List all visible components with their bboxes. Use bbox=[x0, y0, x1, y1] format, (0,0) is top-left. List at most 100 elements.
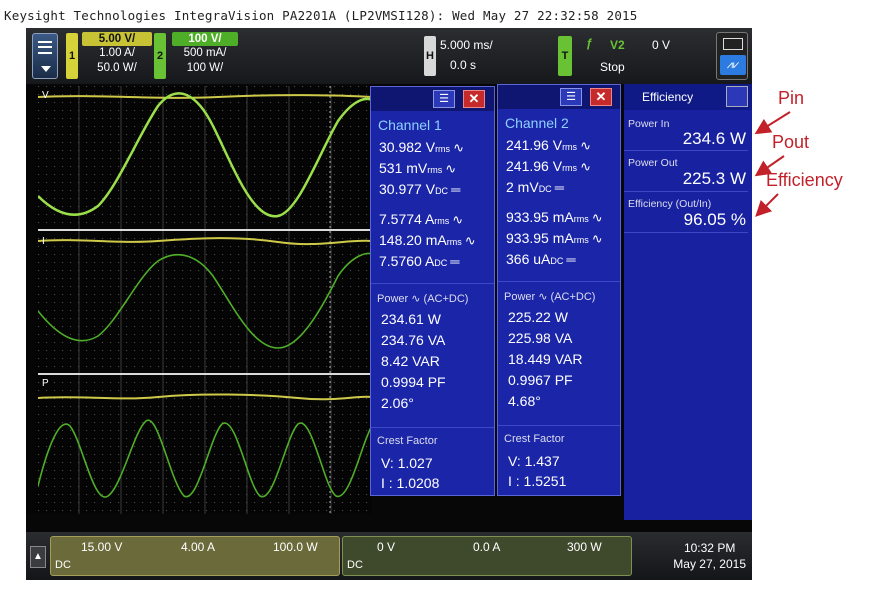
ch2-power-var: 18.449 VAR bbox=[508, 351, 583, 367]
panel-menu-icon[interactable]: ☰ bbox=[433, 90, 455, 108]
trigger-level[interactable]: 0 V bbox=[652, 38, 670, 52]
ch1-coupling: DC bbox=[55, 559, 71, 571]
channel-marker-rail bbox=[26, 86, 38, 514]
channel1-offset-box[interactable]: 15.00 V 4.00 A 100.0 W DC bbox=[50, 536, 340, 576]
window-caption: Keysight Technologies IntegraVision PA22… bbox=[4, 8, 638, 23]
acdc-icon: ∿ bbox=[538, 291, 548, 303]
ac-wave-icon: ∿ bbox=[580, 159, 591, 174]
ch2-meas-row: 933.95 mArms ∿ bbox=[506, 209, 603, 225]
clock-time: 10:32 PM bbox=[683, 541, 736, 555]
efficiency-value: 96.05 % bbox=[683, 210, 746, 229]
channel2-amp-scale: 500 mA/ bbox=[183, 47, 227, 59]
efficiency-label: Efficiency (Out/In) bbox=[628, 198, 712, 210]
waveform-display[interactable]: V I P bbox=[38, 86, 372, 514]
channel1-scale-info[interactable]: 5.00 V/ 1.00 A/ 50.0 W/ bbox=[82, 32, 152, 76]
window-icon bbox=[723, 38, 743, 50]
dc-icon: ═ bbox=[554, 180, 564, 195]
oscilloscope-screen: 1 5.00 V/ 1.00 A/ 50.0 W/ 2 100 V/ 500 m… bbox=[26, 28, 752, 580]
channel2-volt-scale: 100 V/ bbox=[172, 32, 238, 46]
run-state[interactable]: Stop bbox=[600, 60, 625, 74]
up-arrow-icon[interactable]: ▲ bbox=[30, 546, 46, 568]
timebase-value[interactable]: 5.000 ms/ bbox=[440, 38, 493, 52]
channel2-offset-box[interactable]: 0 V 0.0 A 300 W DC bbox=[342, 536, 632, 576]
efficiency-panel[interactable]: Efficiency Power In 234.6 W Power Out 22… bbox=[624, 84, 752, 520]
channel1-panel[interactable]: ☰ ✕ Channel 1 30.982 Vrms ∿ 531 mVrms ∿ 30… bbox=[370, 86, 495, 496]
channel2-panel-titlebar: ☰ ✕ bbox=[498, 85, 620, 109]
ch1-crest-header: Crest Factor bbox=[377, 435, 438, 447]
trigger-slope-icon: ƒ bbox=[586, 36, 593, 50]
ch1-meas-row: 7.5774 Arms ∿ bbox=[379, 211, 464, 227]
trigger-source[interactable]: V2 bbox=[610, 38, 625, 52]
channel1-badge[interactable]: 1 bbox=[66, 33, 78, 79]
horizontal-badge[interactable]: H bbox=[424, 36, 436, 76]
channel2-scale-info[interactable]: 100 V/ 500 mA/ 100 W/ bbox=[172, 32, 238, 76]
dropdown-arrow-icon bbox=[41, 66, 51, 72]
channel1-title: Channel 1 bbox=[378, 117, 442, 133]
top-status-bar: 1 5.00 V/ 1.00 A/ 50.0 W/ 2 100 V/ 500 m… bbox=[26, 28, 752, 84]
close-icon[interactable]: ✕ bbox=[590, 88, 612, 106]
ch2-power-pf: 0.9967 PF bbox=[508, 372, 573, 388]
main-menu-button[interactable] bbox=[32, 33, 58, 79]
ch1-crest-voltage: V: 1.027 bbox=[381, 455, 433, 471]
ch2-power-header: Power ∿ (AC+DC) bbox=[504, 291, 596, 303]
ch2-meas-row: 241.96 Vrms ∿ bbox=[506, 158, 591, 174]
waveform-svg: V I P bbox=[38, 86, 372, 514]
channel2-watt-scale: 100 W/ bbox=[186, 62, 224, 74]
channel2-title: Channel 2 bbox=[505, 115, 569, 131]
channel1-panel-titlebar: ☰ ✕ bbox=[371, 87, 494, 111]
dc-icon: ═ bbox=[450, 254, 460, 269]
ch2-power-va: 225.98 VA bbox=[508, 330, 573, 346]
panel-menu-icon[interactable] bbox=[726, 86, 748, 107]
pin-annotation: Pin bbox=[778, 88, 805, 108]
ch1-meas-row: 531 mVrms ∿ bbox=[379, 160, 457, 176]
efficiency-annotation: Efficiency bbox=[766, 170, 843, 190]
channel2-badge[interactable]: 2 bbox=[154, 33, 166, 79]
ch1-phase-angle: 2.06° bbox=[381, 395, 414, 411]
ch1-power-header: Power ∿ (AC+DC) bbox=[377, 293, 469, 305]
current-section-label: I bbox=[42, 236, 45, 247]
pin-arrow bbox=[754, 111, 791, 135]
panel-menu-icon[interactable]: ☰ bbox=[560, 88, 582, 106]
ch1-power-watts: 234.61 W bbox=[381, 311, 441, 327]
efficiency-arrow bbox=[755, 193, 779, 217]
ac-wave-icon: ∿ bbox=[580, 138, 591, 153]
display-settings-button[interactable]: ⩘⩗ bbox=[716, 32, 748, 80]
ch2-power-offset: 300 W bbox=[567, 540, 602, 554]
trigger-badge[interactable]: T bbox=[558, 36, 572, 76]
close-icon[interactable]: ✕ bbox=[463, 90, 485, 108]
clock: 10:32 PM May 27, 2015 bbox=[673, 540, 746, 572]
ch1-voltage-offset: 15.00 V bbox=[81, 540, 123, 554]
ac-wave-icon: ∿ bbox=[445, 161, 457, 176]
ch2-meas-row: 366 uADC ═ bbox=[506, 251, 576, 267]
ch2-crest-voltage: V: 1.437 bbox=[508, 453, 560, 469]
ch1-power-offset: 100.0 W bbox=[273, 540, 318, 554]
bottom-status-bar: ▲ 15.00 V 4.00 A 100.0 W DC 0 V 0.0 A 30… bbox=[26, 532, 752, 580]
ch2-crest-current: I : 1.5251 bbox=[508, 473, 567, 489]
ch2-power-watts: 225.22 W bbox=[508, 309, 568, 325]
ac-wave-icon: ∿ bbox=[452, 212, 464, 227]
ch1-crest-current: I : 1.0208 bbox=[381, 475, 440, 491]
power-in-value: 234.6 W bbox=[682, 129, 746, 148]
ch2-meas-row: 241.96 Vrms ∿ bbox=[506, 137, 591, 153]
ch1-power-var: 8.42 VAR bbox=[381, 353, 440, 369]
ch2-phase-angle: 4.68° bbox=[508, 393, 541, 409]
ch1-meas-row: 148.20 mArms ∿ bbox=[379, 232, 476, 248]
menu-icon bbox=[38, 41, 52, 54]
clock-date: May 27, 2015 bbox=[673, 557, 746, 571]
dc-icon: ═ bbox=[451, 182, 461, 197]
ch2-meas-row: 2 mVDC ═ bbox=[506, 179, 564, 195]
ch2-coupling: DC bbox=[347, 559, 363, 571]
ch2-voltage-offset: 0 V bbox=[377, 540, 396, 554]
delay-value[interactable]: 0.0 s bbox=[450, 58, 476, 72]
dc-icon: ═ bbox=[566, 252, 576, 267]
power-out-label: Power Out bbox=[628, 157, 678, 169]
ac-wave-icon: ∿ bbox=[591, 210, 603, 225]
ch1-meas-row: 30.982 Vrms ∿ bbox=[379, 139, 464, 155]
voltage-section-label: V bbox=[42, 90, 49, 101]
ch2-crest-header: Crest Factor bbox=[504, 433, 565, 445]
channel2-panel[interactable]: ☰ ✕ Channel 2 241.96 Vrms ∿ 241.96 Vrms ∿ … bbox=[497, 84, 621, 496]
ch1-meas-row: 30.977 VDC ═ bbox=[379, 181, 461, 197]
power-out-value: 225.3 W bbox=[682, 169, 746, 188]
waveform-icon: ⩘⩗ bbox=[720, 55, 746, 75]
pout-annotation: Pout bbox=[772, 132, 810, 152]
